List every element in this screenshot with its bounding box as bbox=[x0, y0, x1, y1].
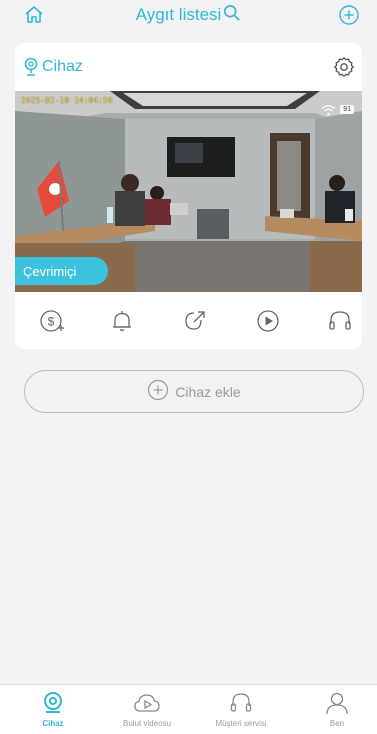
play-icon[interactable] bbox=[254, 307, 282, 335]
nav-item-ben[interactable]: Ben bbox=[292, 691, 377, 728]
dollar-plus-icon[interactable]: $ bbox=[38, 307, 66, 335]
add-device-button[interactable]: Cihaz ekle bbox=[24, 370, 364, 413]
plus-circle-icon bbox=[147, 379, 169, 404]
bell-icon[interactable] bbox=[108, 307, 136, 335]
nav-item-musteri-servisi[interactable]: Müşteri servisi bbox=[196, 691, 286, 728]
camera-icon bbox=[44, 692, 62, 713]
home-icon[interactable] bbox=[22, 3, 46, 27]
online-status-badge: Çevrimiçi bbox=[15, 257, 108, 285]
search-icon[interactable] bbox=[223, 4, 241, 27]
svg-text:$: $ bbox=[48, 315, 55, 329]
nav-label: Müşteri servisi bbox=[215, 719, 267, 728]
page-title: Aygıt listesi bbox=[135, 5, 222, 24]
battery-indicator: 91 bbox=[340, 104, 354, 114]
add-device-label: Cihaz ekle bbox=[175, 383, 241, 400]
device-action-row: $ bbox=[15, 292, 362, 349]
online-status-label: Çevrimiçi bbox=[23, 263, 77, 279]
share-arrow-icon[interactable] bbox=[181, 307, 209, 335]
headset-icon bbox=[230, 693, 252, 712]
nav-label: Ben bbox=[329, 719, 345, 728]
headset-icon[interactable] bbox=[326, 307, 354, 335]
camera-preview[interactable]: 2025-02-10 14:04:50 91 Çevrimiçi bbox=[15, 91, 362, 292]
person-icon bbox=[326, 692, 348, 715]
nav-label: Bulut videosu bbox=[122, 719, 172, 728]
camera-location-icon bbox=[23, 57, 39, 77]
bottom-nav: Cihaz Bulut videosu Müşteri servisi Ben bbox=[0, 684, 377, 734]
device-card-header: Cihaz bbox=[15, 43, 362, 91]
device-card[interactable]: Cihaz 2025-02-10 14:04:50 91 Çevrimiçi $ bbox=[15, 43, 362, 349]
page-title-group: Aygıt listesi bbox=[136, 4, 242, 27]
nav-label: Cihaz bbox=[42, 719, 64, 728]
camera-timestamp: 2025-02-10 14:04:50 bbox=[21, 96, 113, 105]
nav-item-bulut-videosu[interactable]: Bulut videosu bbox=[102, 691, 192, 728]
wifi-icon bbox=[321, 103, 336, 116]
gear-icon[interactable] bbox=[332, 55, 356, 79]
device-name[interactable]: Cihaz bbox=[42, 58, 83, 76]
top-bar: Aygıt listesi bbox=[0, 0, 377, 32]
nav-item-cihaz[interactable]: Cihaz bbox=[8, 691, 98, 728]
add-circle-icon[interactable] bbox=[337, 3, 361, 27]
cloud-play-icon bbox=[134, 694, 160, 712]
camera-status-indicators: 91 bbox=[321, 103, 354, 116]
